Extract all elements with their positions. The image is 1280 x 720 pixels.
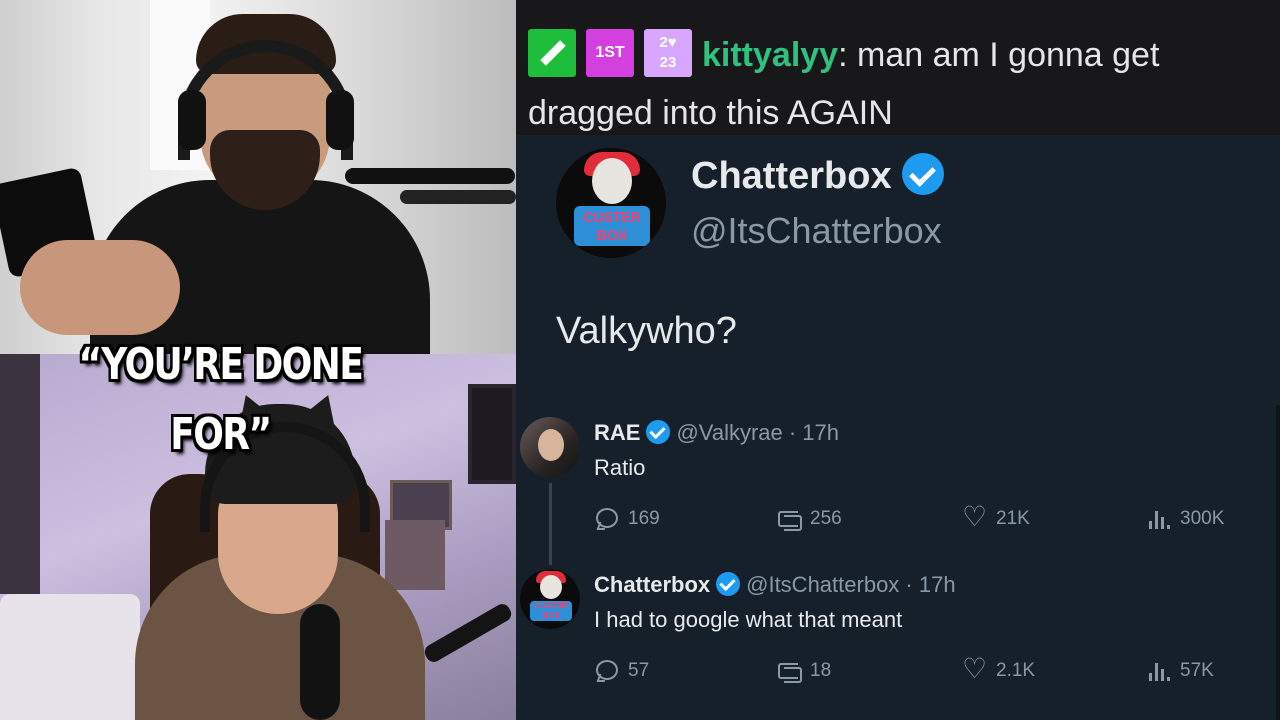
views-chart-icon bbox=[1146, 506, 1172, 532]
thumbnail-caption: “YOU’RE DONE FOR” bbox=[78, 339, 364, 460]
chat-message-text-cont: dragged into this AGAIN bbox=[528, 94, 893, 132]
reply-author-name[interactable]: RAE bbox=[594, 420, 640, 445]
reply-meta: @ItsChatterbox · 17h bbox=[746, 572, 956, 597]
mic-arm bbox=[345, 168, 515, 184]
comment-icon bbox=[594, 658, 620, 684]
reply-text: Ratio bbox=[594, 455, 646, 480]
headphone-right bbox=[326, 90, 354, 150]
views-button[interactable]: 300K bbox=[1146, 506, 1224, 532]
views-chart-icon bbox=[1146, 658, 1172, 684]
author-avatar[interactable]: CUSTER BOX bbox=[556, 148, 666, 258]
reply-actions: 169 256 21K 300K bbox=[594, 500, 1244, 534]
reply-header: Chatterbox @ItsChatterbox · 17h bbox=[594, 572, 956, 598]
like-count: 2.1K bbox=[996, 660, 1036, 681]
chat-message-text: man am I gonna get bbox=[857, 36, 1160, 74]
chat-separator: : bbox=[838, 36, 848, 74]
reply-avatar[interactable]: CUSTER BOX bbox=[520, 569, 580, 629]
webcam-top bbox=[0, 0, 516, 354]
reply-count: 57 bbox=[628, 660, 650, 681]
views-button[interactable]: 57K bbox=[1146, 658, 1214, 684]
author-handle[interactable]: @ItsChatterbox bbox=[691, 210, 942, 252]
scrollbar[interactable] bbox=[1276, 405, 1280, 720]
tweet-text: Valkywho? bbox=[556, 310, 737, 352]
author-name-row[interactable]: Chatterbox bbox=[691, 152, 944, 199]
view-count: 57K bbox=[1180, 660, 1214, 681]
like-button[interactable]: 21K bbox=[962, 500, 1030, 534]
heart-icon bbox=[962, 500, 988, 534]
reply-author-name[interactable]: Chatterbox bbox=[594, 572, 710, 597]
verified-badge-icon bbox=[901, 152, 944, 195]
retweet-button[interactable]: 18 bbox=[776, 658, 831, 684]
background-shelf bbox=[0, 354, 40, 594]
avatar-sign: CUSTER BOX bbox=[574, 206, 650, 246]
headphone-left bbox=[178, 90, 206, 150]
retweet-button[interactable]: 256 bbox=[776, 506, 842, 532]
first-chatter-badge-icon: 1ST bbox=[586, 29, 634, 78]
retweet-icon bbox=[776, 658, 802, 684]
chat-message-line-1: 1ST2♥ 23 kittyalyy: man am I gonna get bbox=[528, 26, 1268, 84]
reply-avatar[interactable] bbox=[520, 417, 580, 477]
reply-text: I had to google what that meant bbox=[594, 607, 903, 632]
comment-icon bbox=[594, 506, 620, 532]
retweet-count: 18 bbox=[810, 660, 832, 681]
author-name[interactable]: Chatterbox bbox=[691, 155, 892, 197]
avatar-sign: CUSTER BOX bbox=[530, 601, 572, 621]
background-bed bbox=[0, 594, 140, 720]
clown-face bbox=[592, 158, 632, 204]
reply-count: 169 bbox=[628, 508, 660, 529]
chat-message-line-2: dragged into this AGAIN bbox=[528, 84, 1268, 142]
chat-username[interactable]: kittyalyy bbox=[702, 36, 838, 74]
reply-button[interactable]: 57 bbox=[594, 658, 649, 684]
retweet-count: 256 bbox=[810, 508, 842, 529]
wall-frame bbox=[468, 384, 516, 484]
moderator-badge-icon bbox=[528, 29, 576, 78]
chat-message-panel: 1ST2♥ 23 kittyalyy: man am I gonna get dra… bbox=[516, 0, 1280, 135]
reply-item[interactable]: CUSTER BOX Chatterbox @ItsChatterbox · 17… bbox=[516, 569, 1280, 709]
verified-badge-icon bbox=[716, 572, 741, 597]
microphone bbox=[300, 604, 340, 720]
view-count: 300K bbox=[1180, 508, 1225, 529]
wall-frame bbox=[385, 520, 445, 590]
thread-connector bbox=[549, 483, 552, 565]
like-button[interactable]: 2.1K bbox=[962, 652, 1036, 686]
reply-meta: @Valkyrae · 17h bbox=[676, 420, 840, 445]
subscriber-badge-icon: 2♥ 23 bbox=[644, 29, 692, 78]
mic-arm bbox=[421, 601, 515, 665]
retweet-icon bbox=[776, 506, 802, 532]
mic-arm-lower bbox=[400, 190, 516, 204]
hands bbox=[20, 240, 180, 335]
clown-face bbox=[540, 575, 562, 599]
heart-icon bbox=[962, 652, 988, 686]
reply-item[interactable]: RAE @Valkyrae · 17h Ratio 169 256 21K 300… bbox=[516, 417, 1280, 565]
tweet-card: CUSTER BOX Chatterbox @ItsChatterbox Val… bbox=[516, 135, 1280, 720]
reply-button[interactable]: 169 bbox=[594, 506, 660, 532]
reply-actions: 57 18 2.1K 57K bbox=[594, 652, 1244, 686]
like-count: 21K bbox=[996, 508, 1030, 529]
reply-header: RAE @Valkyrae · 17h bbox=[594, 420, 839, 446]
verified-badge-icon bbox=[646, 420, 671, 445]
